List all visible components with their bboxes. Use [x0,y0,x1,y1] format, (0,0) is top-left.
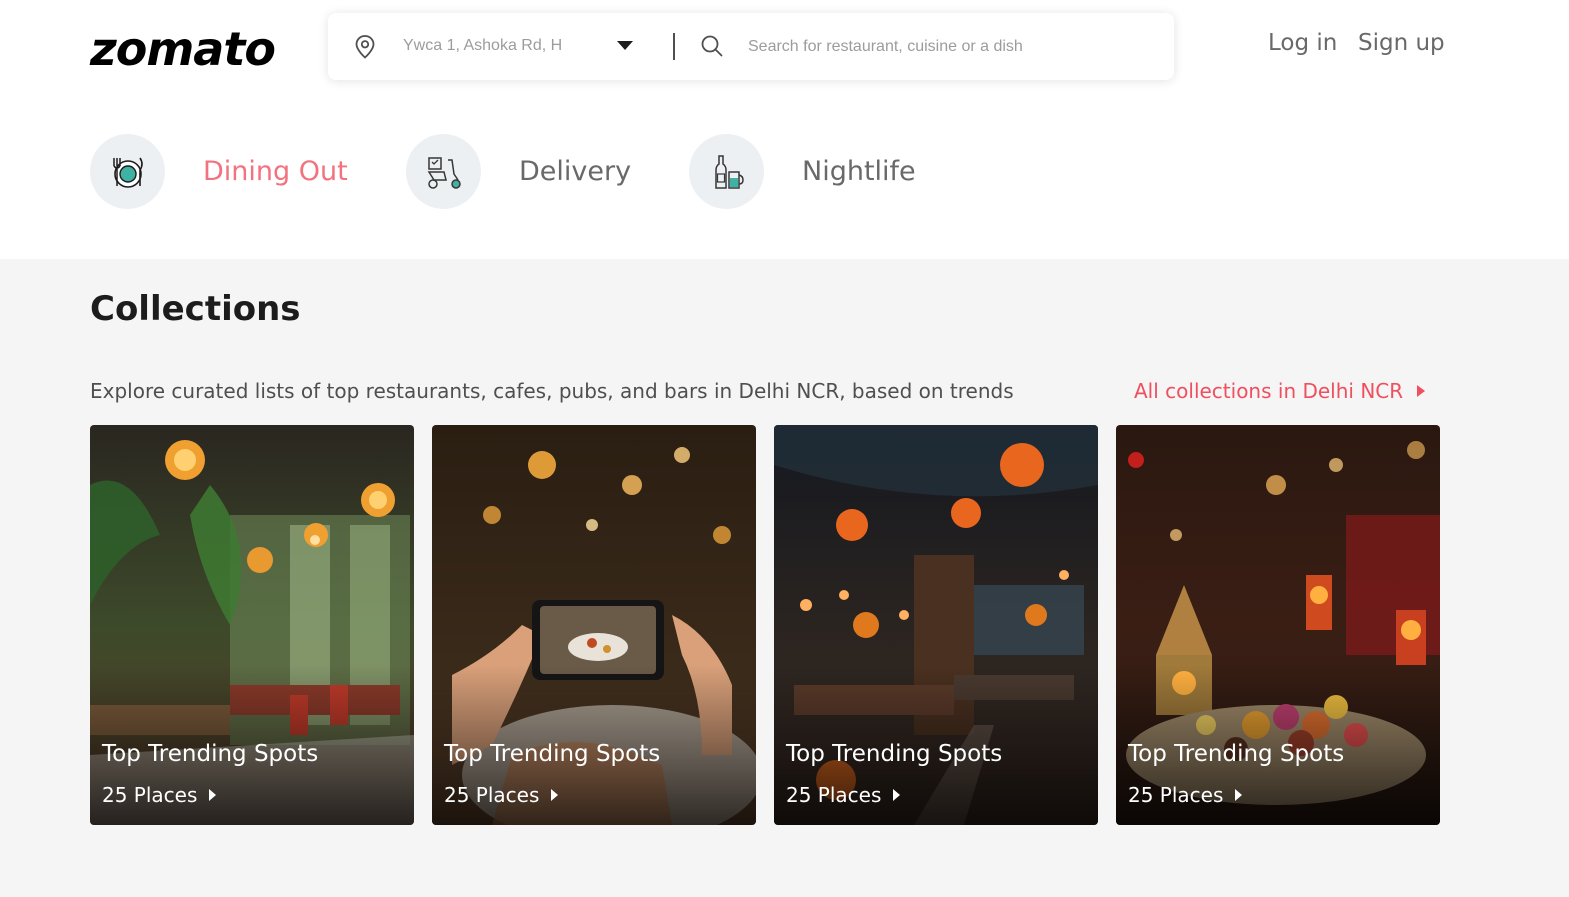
caret-right-icon [1235,789,1243,801]
collection-card[interactable]: Top Trending Spots 25 Places [432,425,756,825]
caret-right-icon [209,789,217,801]
tab-label: Dining Out [203,156,348,187]
tab-delivery[interactable]: Delivery [406,134,631,209]
collection-card[interactable]: Top Trending Spots 25 Places [1116,425,1440,825]
card-places-count: 25 Places [444,783,540,807]
collections-title: Collections [90,289,301,329]
collection-card[interactable]: Top Trending Spots 25 Places [774,425,1098,825]
card-places: 25 Places [1128,783,1243,807]
card-title: Top Trending Spots [786,741,1003,767]
card-places-count: 25 Places [102,783,198,807]
card-places: 25 Places [786,783,901,807]
all-collections-label: All collections in Delhi NCR [1134,379,1404,403]
dining-icon [112,157,143,188]
card-title: Top Trending Spots [102,741,319,767]
card-title: Top Trending Spots [1128,741,1345,767]
card-places-count: 25 Places [786,783,882,807]
collections-description: Explore curated lists of top restaurants… [90,379,1014,403]
search-icon [701,35,723,57]
card-places: 25 Places [102,783,217,807]
search-divider [673,33,675,60]
caret-down-icon[interactable] [617,41,633,51]
tab-icon-circle [90,134,165,209]
signup-link[interactable]: Sign up [1358,30,1445,56]
tab-icon-circle [689,134,764,209]
tab-icon-circle [406,134,481,209]
scooter-icon [427,156,461,189]
search-input[interactable] [748,29,1148,65]
card-title: Top Trending Spots [444,741,661,767]
login-link[interactable]: Log in [1268,30,1337,56]
caret-right-icon [893,789,901,801]
tab-label: Nightlife [802,156,916,187]
tab-nightlife[interactable]: Nightlife [689,134,916,209]
all-collections-link[interactable]: All collections in Delhi NCR [1134,379,1426,403]
bottle-glass-icon [714,154,744,189]
tab-label: Delivery [519,156,632,187]
caret-right-icon [1417,385,1426,397]
location-pin-icon[interactable] [353,34,377,60]
tab-dining-out[interactable]: Dining Out [90,134,348,209]
location-value[interactable]: Ywca 1, Ashoka Rd, H [403,37,562,55]
caret-right-icon [551,789,559,801]
card-places: 25 Places [444,783,559,807]
card-places-count: 25 Places [1128,783,1224,807]
zomato-logo[interactable]: zomato [90,22,276,76]
collection-card[interactable]: Top Trending Spots 25 Places [90,425,414,825]
search-bar: Ywca 1, Ashoka Rd, H [328,13,1174,80]
collections-section: Collections Explore curated lists of top… [0,259,1569,897]
